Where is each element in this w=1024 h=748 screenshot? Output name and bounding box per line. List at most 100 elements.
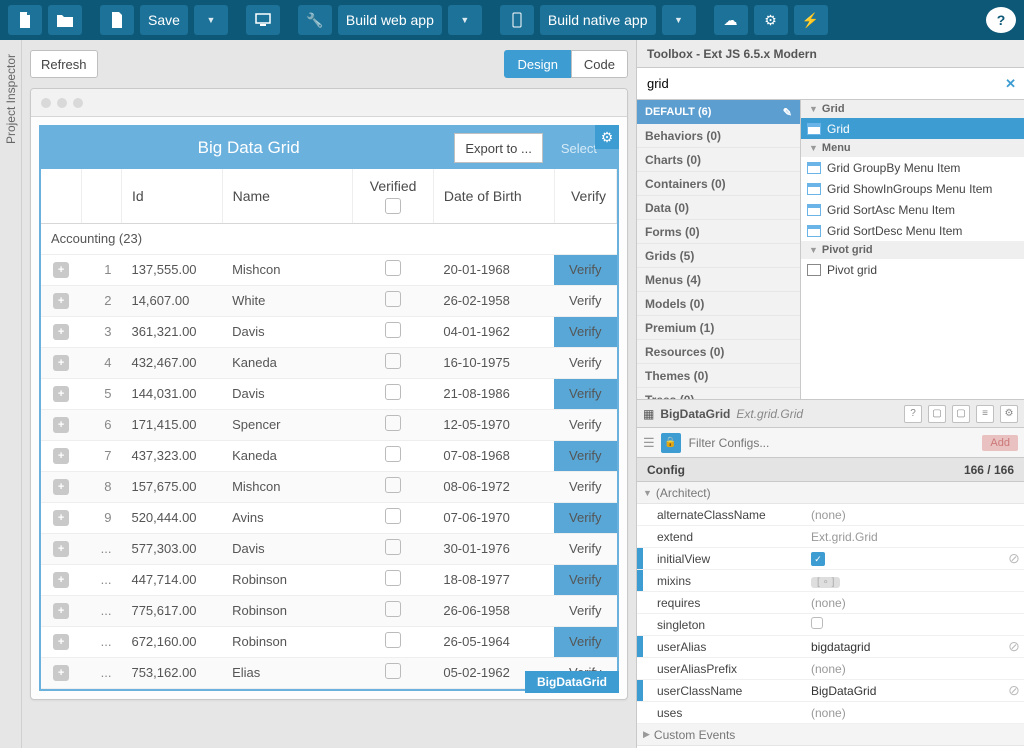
export-button[interactable]: Export to ... — [454, 133, 542, 163]
deploy-bolt-button[interactable]: ⚡ — [794, 5, 828, 35]
checkbox[interactable] — [385, 663, 401, 679]
table-row[interactable]: + 2 14,607.00White 26-02-1958 Verify — [41, 285, 617, 316]
group-row[interactable]: Accounting (23) — [41, 223, 617, 254]
checkbox[interactable] — [385, 446, 401, 462]
checkbox[interactable] — [385, 477, 401, 493]
table-row[interactable]: + 6 171,415.00Spencer 12-05-1970 Verify — [41, 409, 617, 440]
phone-icon[interactable] — [500, 5, 534, 35]
verify-button[interactable]: Verify — [554, 378, 616, 409]
build-native-dropdown[interactable]: ▼ — [662, 5, 696, 35]
config-gear-icon[interactable]: ⚙ — [1000, 405, 1018, 423]
verify-button[interactable]: Verify — [554, 564, 616, 595]
config-row[interactable]: alternateClassName(none) — [637, 504, 1024, 526]
category-edit-icon[interactable]: ✎ — [783, 106, 792, 119]
config-row[interactable]: userAliasbigdatagrid⊘ — [637, 636, 1024, 658]
open-file-button[interactable] — [48, 5, 82, 35]
config-action-2[interactable]: ▢ — [952, 405, 970, 423]
checkbox[interactable] — [385, 291, 401, 307]
table-row[interactable]: + 4 432,467.00Kaneda 16-10-1975 Verify — [41, 347, 617, 378]
wrench-icon[interactable]: 🔧 — [298, 5, 332, 35]
category-item[interactable]: Charts (0) — [637, 148, 800, 172]
col-verified[interactable]: Verified — [353, 169, 433, 223]
config-row[interactable]: extendExt.grid.Grid — [637, 526, 1024, 548]
table-row[interactable]: + 3 361,321.00Davis 04-01-1962 Verify — [41, 316, 617, 347]
toolbox-search-input[interactable] — [645, 75, 999, 92]
toolbox-item[interactable]: Grid SortDesc Menu Item — [801, 220, 1024, 241]
col-id[interactable]: Id — [121, 169, 222, 223]
table-row[interactable]: + ... 447,714.00Robinson 18-08-1977 Veri… — [41, 564, 617, 595]
save-dropdown[interactable]: ▼ — [194, 5, 228, 35]
project-inspector-rail[interactable]: Project Inspector — [0, 40, 22, 748]
verify-button[interactable]: Verify — [554, 347, 616, 378]
checkbox[interactable] — [385, 353, 401, 369]
config-help-icon[interactable]: ? — [904, 405, 922, 423]
verify-button[interactable]: Verify — [554, 285, 616, 316]
item-group-header[interactable]: ▼Pivot grid — [801, 241, 1024, 259]
add-config-button[interactable]: Add — [982, 435, 1018, 451]
item-group-header[interactable]: ▼Menu — [801, 139, 1024, 157]
toolbox-item[interactable]: Grid — [801, 118, 1024, 139]
config-row[interactable]: mixins[ ∘ ] — [637, 570, 1024, 592]
config-action-3[interactable]: ≡ — [976, 405, 994, 423]
table-row[interactable]: + 8 157,675.00Mishcon 08-06-1972 Verify — [41, 471, 617, 502]
config-group-custom-events[interactable]: ▶Custom Events — [637, 724, 1024, 746]
col-dob[interactable]: Date of Birth — [433, 169, 554, 223]
code-tab[interactable]: Code — [571, 50, 628, 78]
table-row[interactable]: + 9 520,444.00Avins 07-06-1970 Verify — [41, 502, 617, 533]
filter-lock-icon[interactable]: 🔒 — [661, 433, 681, 453]
checkbox[interactable] — [385, 415, 401, 431]
new-file-button[interactable] — [8, 5, 42, 35]
item-group-header[interactable]: ▼Grid — [801, 100, 1024, 118]
preview-monitor-button[interactable] — [246, 5, 280, 35]
checkbox[interactable] — [385, 570, 401, 586]
component-gear-icon[interactable]: ⚙ — [595, 125, 619, 149]
category-item[interactable]: Models (0) — [637, 292, 800, 316]
category-item[interactable]: Forms (0) — [637, 220, 800, 244]
checkbox[interactable] — [385, 632, 401, 648]
refresh-button[interactable]: Refresh — [30, 50, 98, 78]
category-item[interactable]: Grids (5) — [637, 244, 800, 268]
config-group-architect[interactable]: ▼(Architect) — [637, 482, 1024, 504]
category-item[interactable]: Menus (4) — [637, 268, 800, 292]
expand-icon[interactable]: + — [53, 665, 69, 681]
verify-button[interactable]: Verify — [554, 471, 616, 502]
col-name[interactable]: Name — [222, 169, 353, 223]
verify-button[interactable]: Verify — [554, 595, 616, 626]
expand-icon[interactable]: + — [53, 324, 69, 340]
verify-button[interactable]: Verify — [554, 626, 616, 657]
save-icon-button[interactable] — [100, 5, 134, 35]
category-item[interactable]: Premium (1) — [637, 316, 800, 340]
config-row[interactable]: uses(none) — [637, 702, 1024, 724]
design-tab[interactable]: Design — [504, 50, 570, 78]
expand-icon[interactable]: + — [53, 541, 69, 557]
config-row[interactable]: requires(none) — [637, 592, 1024, 614]
config-row[interactable]: singleton — [637, 614, 1024, 636]
category-item[interactable]: Resources (0) — [637, 340, 800, 364]
toolbox-item[interactable]: Grid SortAsc Menu Item — [801, 199, 1024, 220]
help-button[interactable]: ? — [986, 7, 1016, 33]
expand-icon[interactable]: + — [53, 417, 69, 433]
grid-component[interactable]: ⚙ Big Data Grid Export to ... Select Id … — [39, 125, 619, 691]
table-row[interactable]: + ... 775,617.00Robinson 26-06-1958 Veri… — [41, 595, 617, 626]
config-action-1[interactable]: ▢ — [928, 405, 946, 423]
config-filter-input[interactable] — [687, 435, 977, 451]
checkbox[interactable] — [385, 601, 401, 617]
checkbox[interactable] — [385, 508, 401, 524]
verify-button[interactable]: Verify — [554, 440, 616, 471]
config-row[interactable]: initialView✓⊘ — [637, 548, 1024, 570]
expand-icon[interactable]: + — [53, 572, 69, 588]
config-row[interactable]: userClassNameBigDataGrid⊘ — [637, 680, 1024, 702]
verify-button[interactable]: Verify — [554, 502, 616, 533]
table-row[interactable]: + ... 577,303.00Davis 30-01-1976 Verify — [41, 533, 617, 564]
checkbox[interactable] — [385, 322, 401, 338]
category-item[interactable]: Data (0) — [637, 196, 800, 220]
checkbox[interactable] — [385, 260, 401, 276]
save-button[interactable]: Save — [140, 5, 188, 35]
verify-button[interactable]: Verify — [554, 533, 616, 564]
table-row[interactable]: + 5 144,031.00Davis 21-08-1986 Verify — [41, 378, 617, 409]
build-native-button[interactable]: Build native app — [540, 5, 656, 35]
table-row[interactable]: + ... 672,160.00Robinson 26-05-1964 Veri… — [41, 626, 617, 657]
settings-gear-button[interactable]: ⚙ — [754, 5, 788, 35]
config-row[interactable]: userAliasPrefix(none) — [637, 658, 1024, 680]
table-row[interactable]: + 7 437,323.00Kaneda 07-08-1968 Verify — [41, 440, 617, 471]
